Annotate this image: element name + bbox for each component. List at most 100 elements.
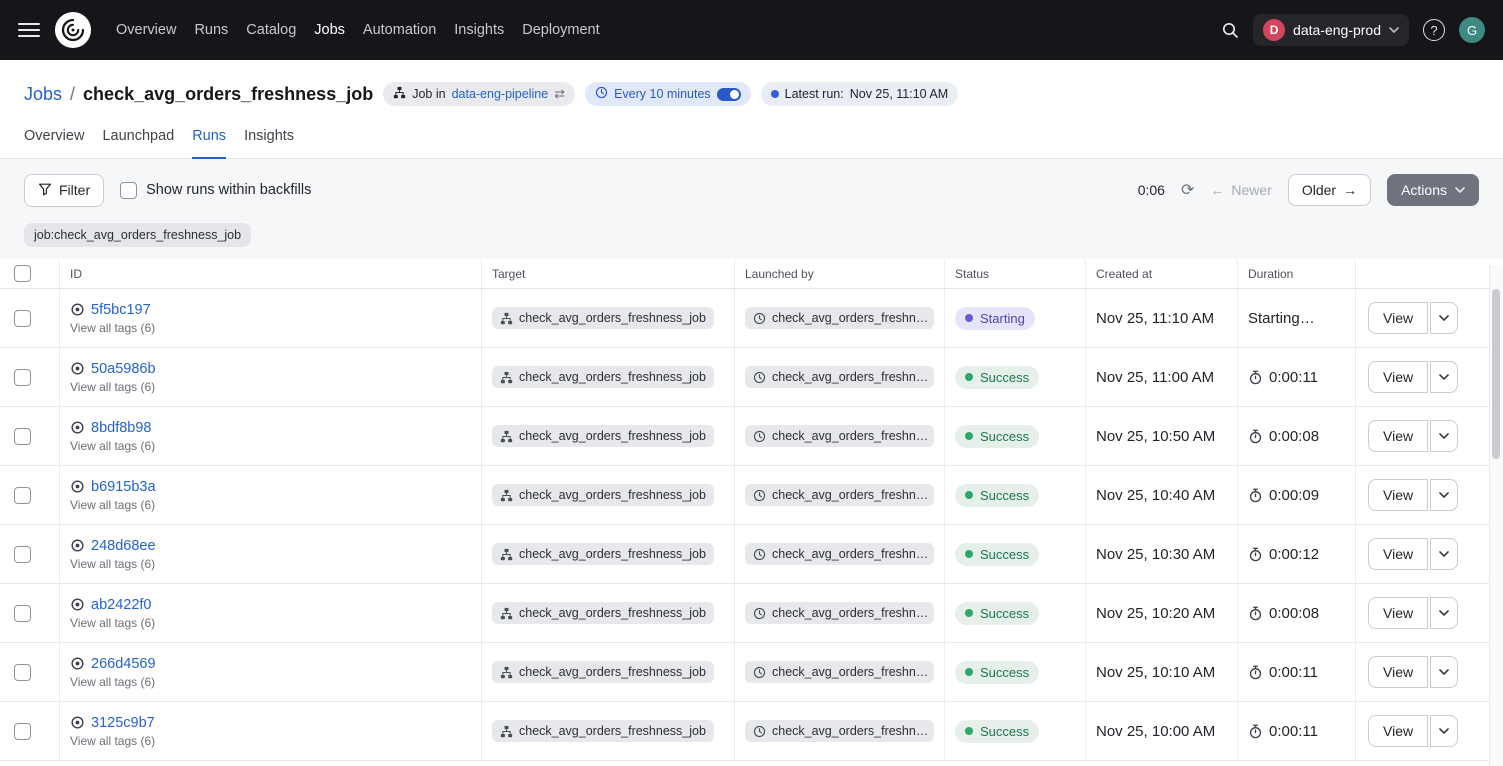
row-checkbox[interactable] (14, 546, 31, 563)
launched-by-tag[interactable]: check_avg_orders_freshn… (745, 720, 934, 742)
view-all-tags-link[interactable]: View all tags (6) (70, 675, 155, 689)
view-run-dropdown-button[interactable] (1430, 479, 1458, 511)
view-run-dropdown-button[interactable] (1430, 597, 1458, 629)
view-all-tags-link[interactable]: View all tags (6) (70, 380, 155, 394)
target-tag[interactable]: check_avg_orders_freshness_job (492, 484, 714, 506)
view-run-button[interactable]: View (1368, 656, 1428, 688)
launched-by-tag[interactable]: check_avg_orders_freshn… (745, 602, 934, 624)
target-tag[interactable]: check_avg_orders_freshness_job (492, 602, 714, 624)
view-run-button[interactable]: View (1368, 715, 1428, 747)
view-run-dropdown-button[interactable] (1430, 656, 1458, 688)
nav-item-automation[interactable]: Automation (363, 22, 436, 38)
view-run-button[interactable]: View (1368, 479, 1428, 511)
breadcrumb-jobs-link[interactable]: Jobs (24, 84, 62, 105)
page-header: Jobs / check_avg_orders_freshness_job Jo… (0, 60, 1503, 159)
launched-by-tag[interactable]: check_avg_orders_freshn… (745, 543, 934, 565)
row-checkbox[interactable] (14, 487, 31, 504)
hamburger-menu-icon[interactable] (18, 23, 40, 37)
pipeline-link[interactable]: data-eng-pipeline (452, 87, 549, 101)
view-all-tags-link[interactable]: View all tags (6) (70, 321, 155, 335)
view-run-dropdown-button[interactable] (1430, 361, 1458, 393)
view-run-button[interactable]: View (1368, 361, 1428, 393)
user-avatar[interactable]: G (1459, 17, 1485, 43)
target-tag[interactable]: check_avg_orders_freshness_job (492, 366, 714, 388)
view-all-tags-link[interactable]: View all tags (6) (70, 557, 155, 571)
select-all-checkbox[interactable] (14, 265, 31, 282)
created-at-value: Nov 25, 10:00 AM (1096, 723, 1215, 740)
target-tag[interactable]: check_avg_orders_freshness_job (492, 425, 714, 447)
deployment-selector[interactable]: D data-eng-prod (1253, 14, 1409, 46)
chevron-down-icon (1389, 27, 1399, 33)
newer-label: Newer (1231, 182, 1271, 198)
actions-button[interactable]: Actions (1387, 174, 1479, 206)
help-icon[interactable]: ? (1423, 19, 1445, 41)
target-tag[interactable]: check_avg_orders_freshness_job (492, 661, 714, 683)
nav-item-runs[interactable]: Runs (194, 22, 228, 38)
tab-runs[interactable]: Runs (192, 128, 226, 158)
view-run-button[interactable]: View (1368, 538, 1428, 570)
launched-by-tag[interactable]: check_avg_orders_freshn… (745, 425, 934, 447)
tab-insights[interactable]: Insights (244, 128, 294, 158)
view-all-tags-link[interactable]: View all tags (6) (70, 734, 155, 748)
view-run-dropdown-button[interactable] (1430, 420, 1458, 452)
nav-item-overview[interactable]: Overview (116, 22, 176, 38)
job-filter-tag[interactable]: job:check_avg_orders_freshness_job (24, 223, 251, 247)
row-checkbox[interactable] (14, 605, 31, 622)
search-icon[interactable] (1221, 21, 1239, 39)
run-id-link[interactable]: 50a5986b (91, 361, 156, 377)
column-header-created-at: Created at (1086, 259, 1238, 289)
launched-by-tag[interactable]: check_avg_orders_freshn… (745, 307, 934, 329)
run-id-link[interactable]: 248d68ee (91, 538, 156, 554)
run-target-icon (70, 420, 85, 435)
run-id-link[interactable]: 266d4569 (91, 656, 156, 672)
breadcrumb-separator: / (70, 84, 75, 105)
view-run-button[interactable]: View (1368, 597, 1428, 629)
run-id-link[interactable]: 5f5bc197 (91, 302, 151, 318)
latest-run-label: Latest run: (785, 87, 844, 101)
view-all-tags-link[interactable]: View all tags (6) (70, 498, 155, 512)
tab-overview[interactable]: Overview (24, 128, 84, 158)
nav-item-insights[interactable]: Insights (454, 22, 504, 38)
row-checkbox[interactable] (14, 723, 31, 740)
status-label: Success (980, 547, 1029, 562)
tab-launchpad[interactable]: Launchpad (102, 128, 174, 158)
filter-funnel-icon (38, 182, 52, 199)
row-checkbox[interactable] (14, 310, 31, 327)
status-label: Success (980, 488, 1029, 503)
run-id-link[interactable]: 8bdf8b98 (91, 420, 151, 436)
view-all-tags-link[interactable]: View all tags (6) (70, 616, 155, 630)
view-all-tags-link[interactable]: View all tags (6) (70, 439, 155, 453)
backfills-checkbox[interactable] (120, 182, 137, 199)
row-checkbox[interactable] (14, 428, 31, 445)
newer-button[interactable]: ← Newer (1210, 182, 1271, 198)
nav-item-catalog[interactable]: Catalog (246, 22, 296, 38)
run-id-link[interactable]: b6915b3a (91, 479, 156, 495)
view-run-dropdown-button[interactable] (1430, 538, 1458, 570)
launched-by-tag[interactable]: check_avg_orders_freshn… (745, 366, 934, 388)
row-checkbox[interactable] (14, 664, 31, 681)
status-label: Success (980, 429, 1029, 444)
dagster-logo-icon[interactable] (54, 11, 92, 49)
target-tag[interactable]: check_avg_orders_freshness_job (492, 307, 714, 329)
duration-clock-icon (1248, 724, 1263, 739)
nav-item-jobs[interactable]: Jobs (314, 22, 345, 38)
view-run-button[interactable]: View (1368, 302, 1428, 334)
run-id-link[interactable]: 3125c9b7 (91, 715, 155, 731)
target-tag[interactable]: check_avg_orders_freshness_job (492, 543, 714, 565)
older-button[interactable]: Older → (1288, 174, 1371, 206)
scrollbar-thumb[interactable] (1492, 289, 1500, 459)
target-tag[interactable]: check_avg_orders_freshness_job (492, 720, 714, 742)
view-run-button[interactable]: View (1368, 420, 1428, 452)
view-run-dropdown-button[interactable] (1430, 715, 1458, 747)
run-id-link[interactable]: ab2422f0 (91, 597, 151, 613)
launched-by-tag[interactable]: check_avg_orders_freshn… (745, 484, 934, 506)
nav-item-deployment[interactable]: Deployment (522, 22, 599, 38)
launched-by-tag[interactable]: check_avg_orders_freshn… (745, 661, 934, 683)
vertical-scrollbar[interactable] (1489, 265, 1503, 766)
refresh-icon[interactable]: ⟳ (1181, 180, 1194, 200)
view-run-dropdown-button[interactable] (1430, 302, 1458, 334)
filter-button[interactable]: Filter (24, 174, 104, 207)
status-dot-icon (965, 314, 973, 322)
row-checkbox[interactable] (14, 369, 31, 386)
schedule-toggle[interactable] (717, 88, 741, 101)
